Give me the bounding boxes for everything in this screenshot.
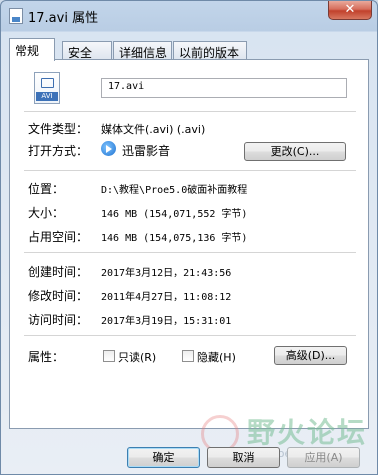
accessed-label: 访问时间：	[28, 313, 89, 327]
size-on-disk-value: 146 MB (154,075,136 字节)	[101, 233, 248, 244]
film-icon	[41, 78, 54, 88]
hidden-checkbox[interactable]	[182, 350, 194, 362]
apply-button[interactable]: 应用(A)	[287, 447, 360, 468]
modified-value: 2011年4月27日，11:08:12	[101, 292, 232, 303]
title-bar: 17.avi 属性 ✕	[1, 1, 377, 32]
accessed-value: 2017年3月19日，15:31:01	[101, 316, 232, 327]
file-type-label: 文件类型：	[28, 122, 89, 136]
close-button[interactable]: ✕	[328, 1, 372, 20]
open-with-app: 迅雷影音	[122, 144, 171, 158]
readonly-checkbox[interactable]	[103, 350, 115, 362]
location-label: 位置：	[28, 182, 65, 196]
file-type-badge: AVI	[36, 92, 58, 101]
player-app-icon	[101, 141, 116, 156]
ok-button[interactable]: 确定	[127, 447, 200, 468]
divider	[24, 335, 356, 336]
created-label: 创建时间：	[28, 265, 89, 279]
tab-previous-versions[interactable]: 以前的版本	[173, 41, 247, 60]
file-type-value: 媒体文件(.avi) (.avi)	[101, 123, 206, 136]
created-value: 2017年3月12日，21:43:56	[101, 268, 232, 279]
open-with-label: 打开方式：	[28, 144, 89, 158]
window-title: 17.avi 属性	[28, 11, 99, 26]
tab-security[interactable]: 安全	[62, 41, 112, 60]
file-name-input[interactable]: 17.avi	[101, 78, 347, 98]
size-on-disk-label: 占用空间：	[28, 230, 89, 244]
hidden-label: 隐藏(H)	[197, 351, 236, 364]
general-panel: AVI 17.avi 文件类型： 媒体文件(.avi) (.avi) 打开方式：…	[9, 59, 369, 429]
modified-label: 修改时间：	[28, 289, 89, 303]
divider	[24, 111, 356, 112]
cancel-button[interactable]: 取消	[207, 447, 280, 468]
divider	[24, 170, 356, 171]
avi-file-icon: AVI	[34, 72, 60, 104]
size-value: 146 MB (154,071,552 字节)	[101, 209, 248, 220]
readonly-label: 只读(R)	[118, 351, 157, 364]
tab-details[interactable]: 详细信息	[113, 41, 172, 60]
attributes-label: 属性：	[28, 350, 65, 364]
advanced-button[interactable]: 高级(D)...	[274, 346, 347, 365]
properties-window: 17.avi 属性 ✕ 常规 安全 详细信息 以前的版本 AVI 17.avi …	[0, 0, 378, 475]
size-label: 大小：	[28, 206, 65, 220]
divider	[24, 252, 356, 253]
location-value: D:\教程\Proe5.0破面补面教程	[101, 185, 248, 196]
video-file-icon	[9, 8, 23, 24]
change-button[interactable]: 更改(C)...	[244, 142, 346, 161]
tab-general[interactable]: 常规	[9, 38, 55, 61]
